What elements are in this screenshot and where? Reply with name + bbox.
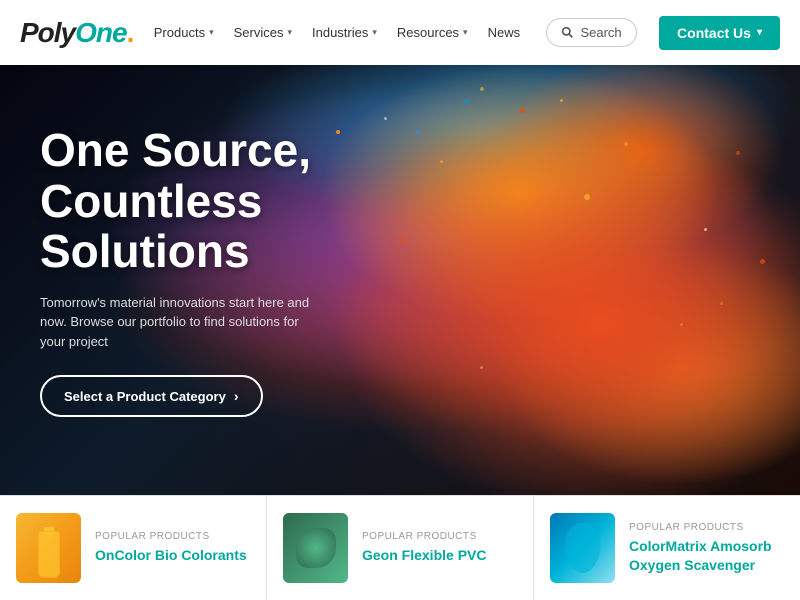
arrow-right-icon: › [234,388,239,404]
product-info-1: Popular Products OnColor Bio Colorants [95,531,250,564]
logo[interactable]: PolyOne. [20,17,133,49]
hero-title: One Source, Countless Solutions [40,125,380,277]
main-nav: Products ▾ Services ▾ Industries ▾ Resou… [146,19,528,46]
nav-services[interactable]: Services ▾ [226,19,300,46]
chevron-down-icon: ▾ [209,27,214,38]
chevron-down-icon: ▾ [372,27,377,38]
nav-products[interactable]: Products ▾ [146,19,222,46]
product-info-2: Popular Products Geon Flexible PVC [362,531,517,564]
product-label-1: Popular Products [95,531,250,542]
chevron-down-icon: ▾ [757,27,762,38]
hero-cta-button[interactable]: Select a Product Category › [40,375,263,417]
search-icon [561,26,574,39]
hero-content: One Source, Countless Solutions Tomorrow… [40,125,380,417]
product-name-2: Geon Flexible PVC [362,546,517,564]
product-thumbnail-1 [16,513,81,583]
nav-news[interactable]: News [480,19,529,46]
product-thumbnail-3 [550,513,615,583]
hero-section: One Source, Countless Solutions Tomorrow… [0,65,800,495]
product-card-1[interactable]: Popular Products OnColor Bio Colorants [0,496,267,600]
product-card-3[interactable]: Popular Products ColorMatrix Amosorb Oxy… [534,496,800,600]
product-label-3: Popular Products [629,522,784,533]
product-label-2: Popular Products [362,531,517,542]
product-name-3: ColorMatrix Amosorb Oxygen Scavenger [629,537,784,573]
product-info-3: Popular Products ColorMatrix Amosorb Oxy… [629,522,784,573]
product-name-1: OnColor Bio Colorants [95,546,250,564]
hero-subtitle: Tomorrow's material innovations start he… [40,293,320,352]
nav-resources[interactable]: Resources ▾ [389,19,476,46]
site-header: PolyOne. Products ▾ Services ▾ Industrie… [0,0,800,65]
contact-us-button[interactable]: Contact Us ▾ [659,16,780,50]
chevron-down-icon: ▾ [287,27,292,38]
products-strip: Popular Products OnColor Bio Colorants P… [0,495,800,600]
product-card-2[interactable]: Popular Products Geon Flexible PVC [267,496,534,600]
product-thumbnail-2 [283,513,348,583]
nav-industries[interactable]: Industries ▾ [304,19,385,46]
search-button[interactable]: Search [546,18,636,47]
chevron-down-icon: ▾ [463,27,468,38]
